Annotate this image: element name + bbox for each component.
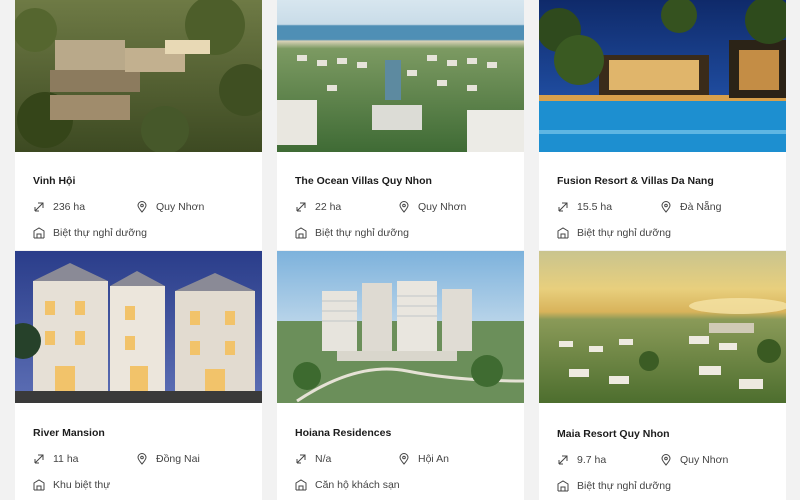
project-type: Căn hộ khách sạn xyxy=(315,479,400,491)
project-card[interactable]: Fusion Resort & Villas Da Nang 15.5 ha Đ… xyxy=(539,0,786,250)
project-area: 236 ha xyxy=(53,201,86,213)
map-pin-icon xyxy=(398,201,410,213)
project-title[interactable]: Fusion Resort & Villas Da Nang xyxy=(557,175,714,187)
project-type: Biệt thự nghỉ dưỡng xyxy=(577,227,671,239)
project-area: 15.5 ha xyxy=(577,201,613,213)
diagonal-arrow-icon xyxy=(33,453,45,465)
project-type: Biệt thự nghỉ dưỡng xyxy=(577,480,671,492)
project-location: Hội An xyxy=(418,453,449,465)
map-pin-icon xyxy=(660,201,672,213)
project-title[interactable]: Hoiana Residences xyxy=(295,427,391,439)
project-image[interactable] xyxy=(539,251,786,403)
project-type: Biệt thự nghỉ dưỡng xyxy=(53,227,147,239)
project-image[interactable] xyxy=(15,0,262,152)
project-location: Quy Nhơn xyxy=(680,454,729,466)
building-icon xyxy=(557,227,569,239)
project-title[interactable]: River Mansion xyxy=(33,427,105,439)
project-image[interactable] xyxy=(277,251,524,403)
project-type: Biệt thự nghỉ dưỡng xyxy=(315,227,409,239)
project-location: Quy Nhơn xyxy=(156,201,205,213)
project-title[interactable]: Maia Resort Quy Nhon xyxy=(557,428,670,440)
map-pin-icon xyxy=(660,454,672,466)
project-location: Quy Nhơn xyxy=(418,201,467,213)
project-card[interactable]: Hoiana Residences N/a Hội An Căn hộ khác… xyxy=(277,251,524,500)
building-icon xyxy=(557,480,569,492)
diagonal-arrow-icon xyxy=(295,201,307,213)
diagonal-arrow-icon xyxy=(557,201,569,213)
project-type: Khu biệt thự xyxy=(53,479,111,491)
project-area: 22 ha xyxy=(315,201,342,213)
diagonal-arrow-icon xyxy=(295,453,307,465)
project-title[interactable]: Vinh Hội xyxy=(33,175,75,187)
project-location: Đà Nẵng xyxy=(680,201,722,213)
project-area: 11 ha xyxy=(53,453,79,465)
project-title[interactable]: The Ocean Villas Quy Nhon xyxy=(295,175,432,187)
project-card[interactable]: River Mansion 11 ha Đồng Nai Khu biệt th… xyxy=(15,251,262,500)
diagonal-arrow-icon xyxy=(33,201,45,213)
diagonal-arrow-icon xyxy=(557,454,569,466)
project-image[interactable] xyxy=(15,251,262,403)
project-location: Đồng Nai xyxy=(156,453,200,465)
building-icon xyxy=(295,479,307,491)
project-card[interactable]: The Ocean Villas Quy Nhon 22 ha Quy Nhơn… xyxy=(277,0,524,250)
building-icon xyxy=(295,227,307,239)
project-image[interactable] xyxy=(277,0,524,152)
project-area: 9.7 ha xyxy=(577,454,607,466)
map-pin-icon xyxy=(136,201,148,213)
project-image[interactable] xyxy=(539,0,786,152)
map-pin-icon xyxy=(136,453,148,465)
building-icon xyxy=(33,227,45,239)
project-card[interactable]: Maia Resort Quy Nhon 9.7 ha Quy Nhơn Biệ… xyxy=(539,251,786,500)
building-icon xyxy=(33,479,45,491)
map-pin-icon xyxy=(398,453,410,465)
project-area: N/a xyxy=(315,453,332,465)
project-card[interactable]: Vinh Hội 236 ha Quy Nhơn Biệt thự nghỉ d… xyxy=(15,0,262,250)
